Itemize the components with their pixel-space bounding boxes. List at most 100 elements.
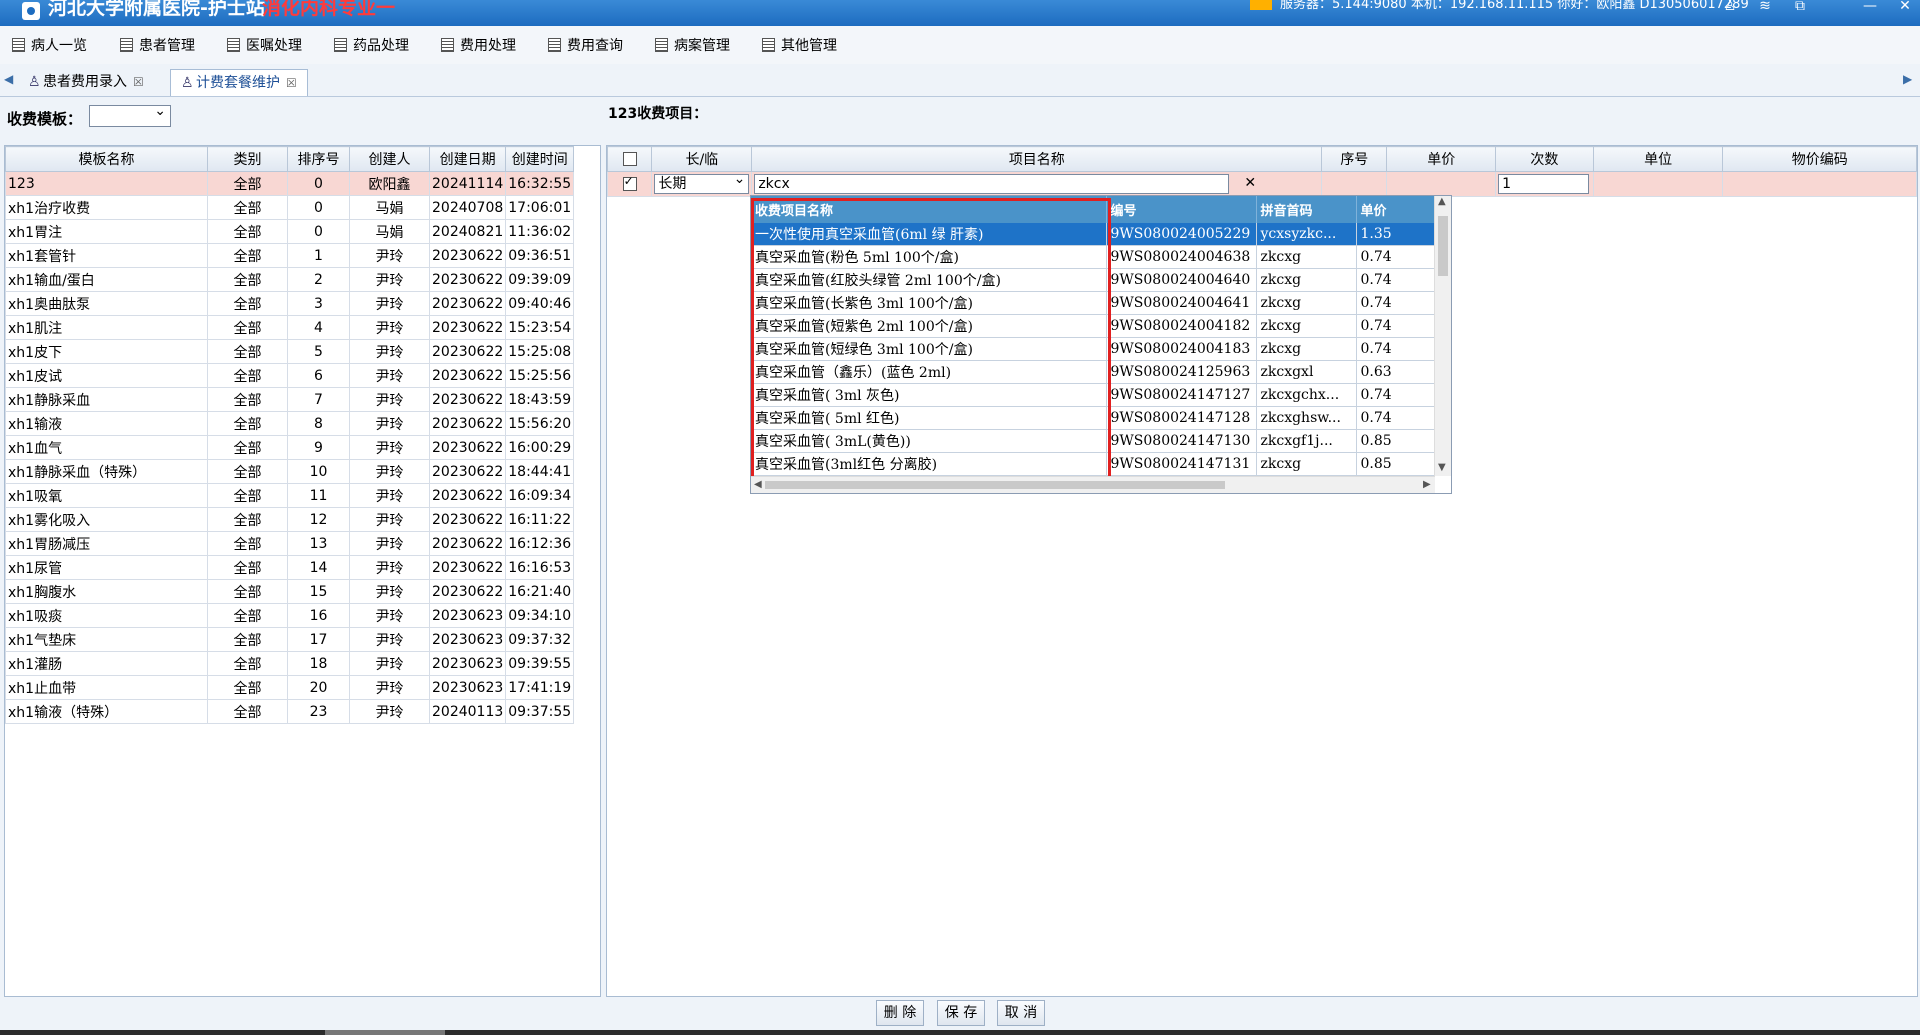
menu-record-management[interactable]: 病案管理 bbox=[655, 36, 730, 56]
table-cell[interactable]: 12 bbox=[287, 507, 350, 532]
table-cell[interactable]: xh1治疗收费 bbox=[5, 195, 208, 220]
table-cell[interactable]: 0 bbox=[287, 171, 350, 196]
type-select[interactable]: 长期 bbox=[654, 170, 750, 194]
lookup-cell[interactable]: zkcxg bbox=[1256, 452, 1357, 476]
menu-fee-processing[interactable]: 费用处理 bbox=[441, 36, 516, 56]
table-cell[interactable]: 09:39:55 bbox=[505, 651, 575, 676]
table-cell[interactable]: 尹玲 bbox=[349, 675, 430, 700]
seq-cell[interactable] bbox=[1321, 171, 1388, 197]
scroll-down-icon[interactable]: ▼ bbox=[1438, 462, 1446, 473]
lookup-cell[interactable]: 真空采血管( 3mL(黄色)) bbox=[751, 429, 1107, 453]
table-row[interactable]: xh1雾化吸入 全部 12 尹玲 20230622 16:11:22 bbox=[5, 507, 575, 532]
table-cell[interactable]: 09:36:51 bbox=[505, 243, 575, 268]
table-cell[interactable]: 20230623 bbox=[428, 627, 507, 652]
table-cell[interactable]: 20230622 bbox=[428, 531, 507, 556]
row-checkbox[interactable] bbox=[622, 174, 637, 191]
menu-patient-management[interactable]: 患者管理 bbox=[120, 36, 195, 56]
table-row[interactable]: 长期 zkcx ✕ 1 bbox=[606, 170, 1917, 197]
lookup-cell[interactable]: 0.85 bbox=[1356, 429, 1435, 453]
table-cell[interactable]: 尹玲 bbox=[349, 651, 430, 676]
table-row[interactable]: xh1皮下 全部 5 尹玲 20230622 15:25:08 bbox=[5, 339, 575, 364]
table-cell[interactable]: 7 bbox=[287, 387, 350, 412]
menu-drug-processing[interactable]: 药品处理 bbox=[334, 36, 409, 56]
table-cell[interactable]: 马娟 bbox=[349, 195, 430, 220]
vertical-scrollbar[interactable]: ▲ ▼ bbox=[1434, 196, 1451, 476]
table-cell[interactable]: xh1雾化吸入 bbox=[5, 507, 208, 532]
table-row[interactable]: xh1尿管 全部 14 尹玲 20230622 16:16:53 bbox=[5, 555, 575, 580]
lookup-cell[interactable]: 0.74 bbox=[1356, 314, 1435, 338]
table-cell[interactable]: 16:12:36 bbox=[505, 531, 575, 556]
table-cell[interactable]: 尹玲 bbox=[349, 459, 430, 484]
table-cell[interactable]: 20230622 bbox=[428, 483, 507, 508]
table-cell[interactable]: 全部 bbox=[207, 291, 288, 316]
row-checkbox-cell[interactable] bbox=[606, 171, 653, 197]
scroll-left-icon[interactable]: ◀ bbox=[754, 479, 762, 490]
table-row[interactable]: xh1吸氧 全部 11 尹玲 20230622 16:09:34 bbox=[5, 483, 575, 508]
close-icon[interactable]: ✕ bbox=[1895, 0, 1915, 13]
lookup-option[interactable]: 真空采血管( 5ml 红色) 9WS080024147128 zkcxghsw...… bbox=[751, 406, 1435, 430]
scroll-up-icon[interactable]: ▲ bbox=[1438, 196, 1446, 207]
table-cell[interactable]: 9 bbox=[287, 435, 350, 460]
table-cell[interactable]: 全部 bbox=[207, 387, 288, 412]
table-cell[interactable]: 6 bbox=[287, 363, 350, 388]
table-cell[interactable]: 全部 bbox=[207, 267, 288, 292]
table-cell[interactable]: 15:23:54 bbox=[505, 315, 575, 340]
table-cell[interactable]: 尹玲 bbox=[349, 243, 430, 268]
horizontal-scrollbar[interactable]: ◀ ▶ bbox=[751, 476, 1435, 493]
tab-scroll-right-icon[interactable]: ▶ bbox=[1903, 72, 1912, 86]
lookup-cell[interactable]: zkcxg bbox=[1256, 291, 1357, 315]
table-cell[interactable]: 11:36:02 bbox=[505, 219, 575, 244]
table-cell[interactable]: 全部 bbox=[207, 483, 288, 508]
table-cell[interactable]: 尹玲 bbox=[349, 555, 430, 580]
item-name-input[interactable]: zkcx bbox=[754, 174, 1230, 194]
table-cell[interactable]: 尹玲 bbox=[349, 531, 430, 556]
table-cell[interactable]: 全部 bbox=[207, 507, 288, 532]
table-cell[interactable]: 17:06:01 bbox=[505, 195, 575, 220]
table-cell[interactable]: xh1止血带 bbox=[5, 675, 208, 700]
table-cell[interactable]: xh1皮试 bbox=[5, 363, 208, 388]
column-header[interactable]: 创建时间 bbox=[505, 146, 575, 172]
table-cell[interactable]: 15 bbox=[287, 579, 350, 604]
table-cell[interactable]: xh1吸痰 bbox=[5, 603, 208, 628]
column-header[interactable]: 创建人 bbox=[349, 146, 430, 172]
table-cell[interactable]: 全部 bbox=[207, 651, 288, 676]
lookup-option[interactable]: 真空采血管（鑫乐）(蓝色 2ml) 9WS080024125963 zkcxgxl 0… bbox=[751, 360, 1435, 384]
table-cell[interactable]: 13 bbox=[287, 531, 350, 556]
lookup-cell[interactable]: zkcxg bbox=[1256, 268, 1357, 292]
table-cell[interactable]: 20230622 bbox=[428, 291, 507, 316]
scroll-thumb[interactable] bbox=[765, 481, 1225, 489]
table-cell[interactable]: 全部 bbox=[207, 315, 288, 340]
lookup-cell[interactable]: zkcxghsw... bbox=[1256, 406, 1357, 430]
table-cell[interactable]: 1 bbox=[287, 243, 350, 268]
table-cell[interactable]: 2 bbox=[287, 267, 350, 292]
table-cell[interactable]: 09:40:46 bbox=[505, 291, 575, 316]
lookup-cell[interactable]: 9WS080024004638 bbox=[1106, 245, 1257, 269]
lookup-option[interactable]: 真空采血管(长紫色 3ml 100个/盒) 9WS080024004641 zkcx… bbox=[751, 291, 1435, 315]
lookup-cell[interactable]: zkcxg bbox=[1256, 337, 1357, 361]
lookup-cell[interactable]: 真空采血管(短绿色 3ml 100个/盒) bbox=[751, 337, 1107, 361]
table-cell[interactable]: 16:16:53 bbox=[505, 555, 575, 580]
table-cell[interactable]: xh1套管针 bbox=[5, 243, 208, 268]
table-row[interactable]: xh1吸痰 全部 16 尹玲 20230623 09:34:10 bbox=[5, 603, 575, 628]
table-cell[interactable]: 20240113 bbox=[428, 699, 507, 724]
table-cell[interactable]: 20230623 bbox=[428, 651, 507, 676]
user-icon[interactable]: ♙ bbox=[1720, 0, 1740, 13]
table-row[interactable]: 123 全部 0 欧阳鑫 20241114 16:32:55 bbox=[5, 171, 575, 196]
table-cell[interactable]: 20230622 bbox=[428, 387, 507, 412]
lookup-cell[interactable]: 一次性使用真空采血管(6ml 绿 肝素) bbox=[751, 223, 1107, 246]
lookup-option[interactable]: 真空采血管( 3mL(黄色)) 9WS080024147130 zkcxgf1j..… bbox=[751, 429, 1435, 453]
table-cell[interactable]: xh1胃肠减压 bbox=[5, 531, 208, 556]
table-cell[interactable]: xh1奥曲肽泵 bbox=[5, 291, 208, 316]
table-cell[interactable]: 尹玲 bbox=[349, 411, 430, 436]
column-header[interactable]: 模板名称 bbox=[5, 146, 208, 172]
table-cell[interactable]: 8 bbox=[287, 411, 350, 436]
table-row[interactable]: xh1输血/蛋白 全部 2 尹玲 20230622 09:39:09 bbox=[5, 267, 575, 292]
table-row[interactable]: xh1灌肠 全部 18 尹玲 20230623 09:39:55 bbox=[5, 651, 575, 676]
lookup-cell[interactable]: 9WS080024125963 bbox=[1106, 360, 1257, 384]
table-cell[interactable]: 17:41:19 bbox=[505, 675, 575, 700]
table-cell[interactable]: 4 bbox=[287, 315, 350, 340]
tab-scroll-left-icon[interactable]: ◀ bbox=[4, 72, 13, 86]
lookup-cell[interactable]: 9WS080024004641 bbox=[1106, 291, 1257, 315]
unit-cell[interactable] bbox=[1592, 171, 1724, 197]
table-cell[interactable]: 全部 bbox=[207, 531, 288, 556]
